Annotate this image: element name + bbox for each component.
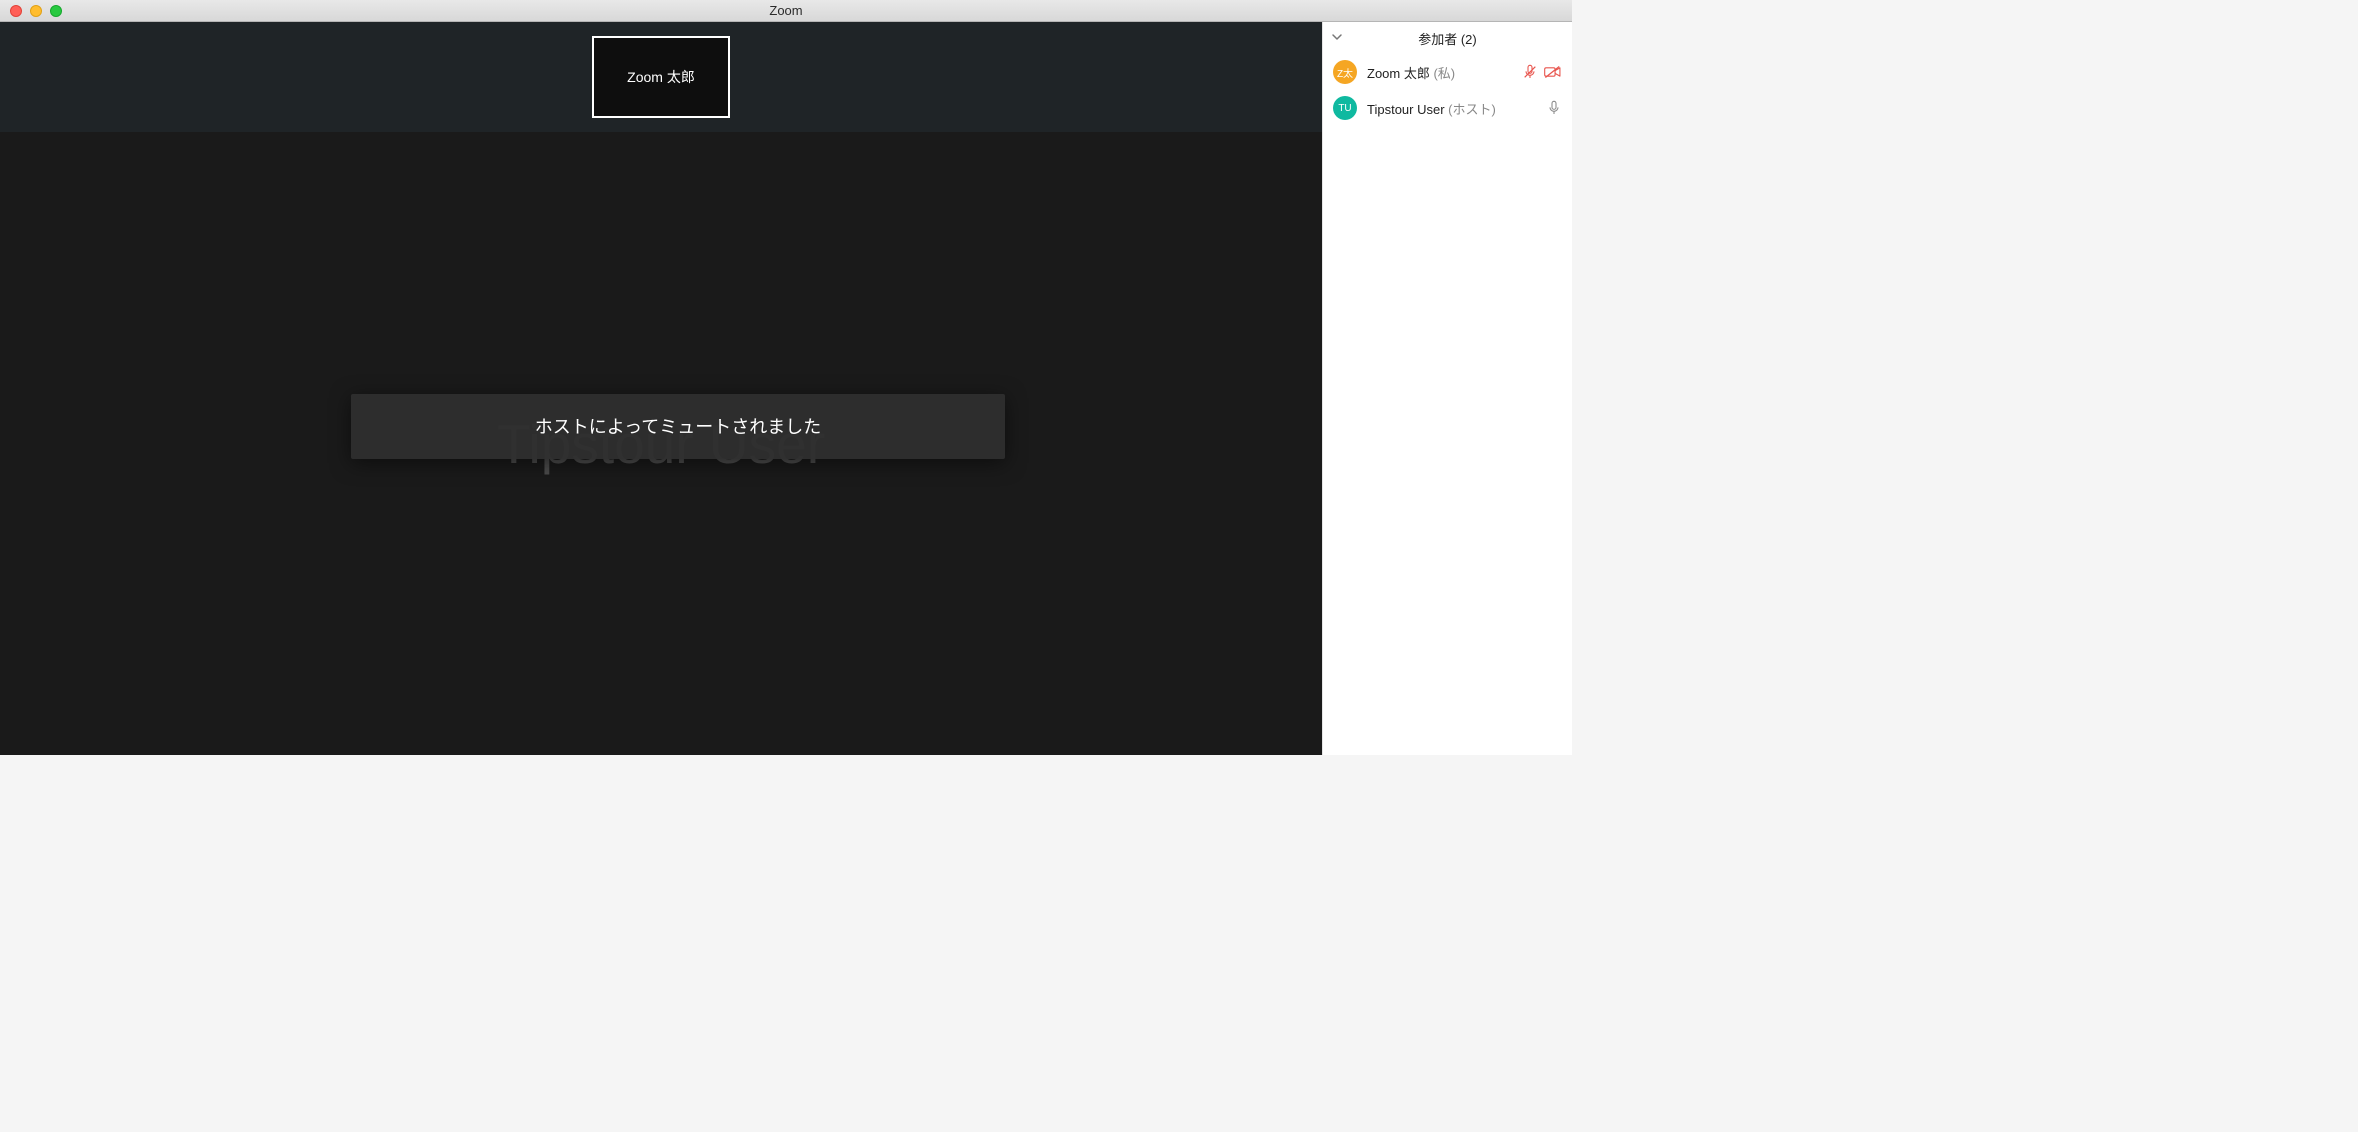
mic-muted-icon xyxy=(1522,64,1538,80)
app-window: Zoom Zoom 太郎 Tipstour User ホストによってミュートされ… xyxy=(0,0,1572,755)
minimize-window-button[interactable] xyxy=(30,5,42,17)
mic-icon xyxy=(1546,100,1562,116)
window-title: Zoom xyxy=(769,3,802,18)
maximize-window-button[interactable] xyxy=(50,5,62,17)
participant-name-wrapper: Tipstour User (ホスト) xyxy=(1367,99,1536,118)
video-area: Zoom 太郎 Tipstour User ホストによってミュートされました xyxy=(0,22,1322,755)
toast-message: ホストによってミュートされました xyxy=(535,413,822,439)
avatar: Z太 xyxy=(1333,60,1357,84)
close-window-button[interactable] xyxy=(10,5,22,17)
participant-row[interactable]: TU Tipstour User (ホスト) xyxy=(1323,90,1572,126)
participant-status-icons xyxy=(1522,64,1562,80)
participant-name-wrapper: Zoom 太郎 (私) xyxy=(1367,63,1512,82)
traffic-lights xyxy=(0,5,62,17)
participant-name: Tipstour User xyxy=(1367,102,1445,117)
participant-name: Zoom 太郎 xyxy=(1367,66,1430,81)
participant-suffix: (ホスト) xyxy=(1448,102,1496,117)
participant-suffix: (私) xyxy=(1433,66,1455,81)
chevron-down-icon[interactable] xyxy=(1331,31,1343,46)
participants-panel: 参加者 (2) Z太 Zoom 太郎 (私) xyxy=(1322,22,1572,755)
participant-row[interactable]: Z太 Zoom 太郎 (私) xyxy=(1323,54,1572,90)
participants-header: 参加者 (2) xyxy=(1323,22,1572,54)
main-video-view[interactable]: Tipstour User ホストによってミュートされました xyxy=(0,132,1322,755)
avatar: TU xyxy=(1333,96,1357,120)
toast-notification: ホストによってミュートされました xyxy=(351,394,1005,459)
participant-list: Z太 Zoom 太郎 (私) xyxy=(1323,54,1572,755)
participants-title: 参加者 (2) xyxy=(1323,29,1572,48)
self-video-strip: Zoom 太郎 xyxy=(0,22,1322,132)
self-video-name: Zoom 太郎 xyxy=(627,67,695,87)
participant-status-icons xyxy=(1546,100,1562,116)
content-area: Zoom 太郎 Tipstour User ホストによってミュートされました 参… xyxy=(0,22,1572,755)
video-off-icon xyxy=(1544,64,1562,80)
titlebar[interactable]: Zoom xyxy=(0,0,1572,22)
self-video-thumbnail[interactable]: Zoom 太郎 xyxy=(592,36,730,118)
